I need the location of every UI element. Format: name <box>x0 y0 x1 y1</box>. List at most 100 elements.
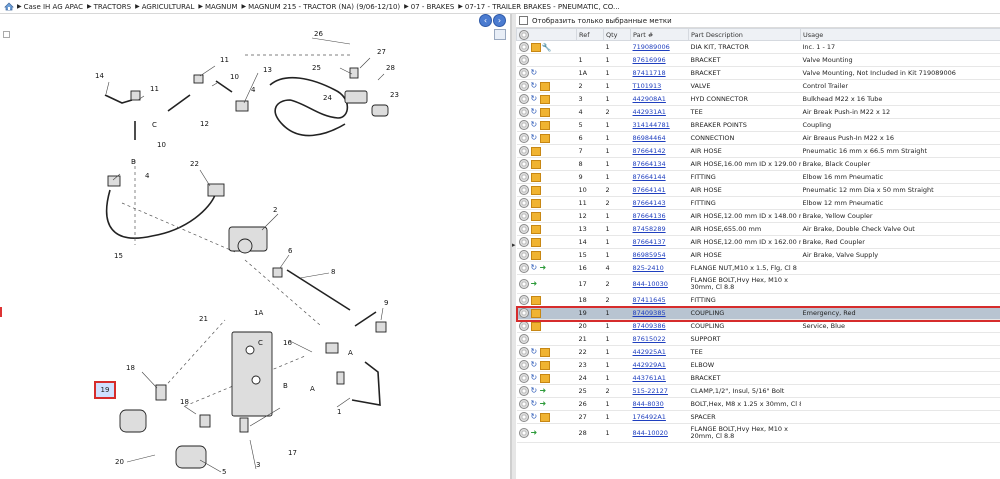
settings-icon[interactable] <box>518 159 529 169</box>
highlighted-callout-19[interactable]: 19 <box>94 381 116 399</box>
table-cell-part-number[interactable]: 87664136 <box>630 209 689 223</box>
callout-label[interactable]: 10 <box>157 141 166 149</box>
info-icon[interactable]: ↻ <box>531 387 539 395</box>
table-row[interactable]: 8 1 87664134 AIR HOSE,16.00 mm ID x 129.00 … <box>516 157 1000 171</box>
table-cell-part-number[interactable]: 442931A1 <box>630 105 689 119</box>
cart-box-icon[interactable] <box>539 133 550 143</box>
callout-label[interactable]: 8 <box>331 268 335 276</box>
callout-label[interactable]: 22 <box>190 160 199 168</box>
table-row[interactable]: ↻ 4 2 442931A1 TEE Air Break Push-in M22 x 12 <box>516 105 1000 119</box>
settings-icon[interactable] <box>518 42 529 52</box>
callout-label[interactable]: 20 <box>115 458 124 466</box>
table-row[interactable]: ➜ 28 1 844-10020 FLANGE BOLT,Hvy Hex, M10 x … <box>516 423 1000 443</box>
breadcrumb-item[interactable]: MAGNUM 215 - TRACTOR (NA) (9/06-12/10) <box>248 3 400 11</box>
info-icon[interactable]: ↻ <box>531 348 539 356</box>
settings-icon[interactable] <box>518 347 529 357</box>
callout-label[interactable]: 6 <box>288 247 293 255</box>
settings-icon[interactable] <box>518 308 529 318</box>
cart-box-icon[interactable] <box>539 347 550 357</box>
table-row-selected[interactable]: 19 1 87409385 COUPLING Emergency, Red <box>516 306 1000 320</box>
table-row[interactable]: 21 1 87615022 SUPPORT <box>516 332 1000 346</box>
settings-icon[interactable] <box>518 295 529 305</box>
callout-label[interactable]: 4 <box>145 172 150 180</box>
callout-label[interactable]: 2 <box>273 206 277 214</box>
table-row[interactable]: 10 2 87664141 AIR HOSE Pneumatic 12 mm Dia x… <box>516 183 1000 197</box>
settings-icon[interactable] <box>518 224 529 234</box>
cart-box-icon[interactable] <box>530 211 541 221</box>
callout-label[interactable]: 12 <box>200 120 209 128</box>
settings-icon[interactable] <box>518 133 529 143</box>
callout-label[interactable]: 24 <box>323 94 332 102</box>
cart-box-icon[interactable] <box>530 185 541 195</box>
cart-box-icon[interactable] <box>539 373 550 383</box>
table-row[interactable]: 7 1 87664142 AIR HOSE Pneumatic 16 mm x 66.5… <box>516 144 1000 158</box>
settings-icon[interactable] <box>518 237 529 247</box>
table-cell-part-number[interactable]: 176492A1 <box>630 410 689 424</box>
table-row[interactable]: ↻ 27 1 176492A1 SPACER <box>516 410 1000 424</box>
settings-icon[interactable] <box>518 386 529 396</box>
callout-label[interactable]: 5 <box>222 468 226 476</box>
cart-box-icon[interactable] <box>530 321 541 331</box>
settings-icon[interactable] <box>518 399 529 409</box>
breadcrumb-item[interactable]: Case IH AG APAC <box>24 3 83 11</box>
info-icon[interactable]: ↻ <box>531 400 539 408</box>
callout-label[interactable]: A <box>310 385 315 393</box>
collapse-arrow-icon[interactable]: ▸ <box>512 241 516 249</box>
settings-icon[interactable] <box>518 321 529 331</box>
table-row[interactable]: ↻ 23 1 442929A1 ELBOW <box>516 358 1000 372</box>
table-cell-part-number[interactable]: 314144781 <box>630 118 689 132</box>
cart-box-icon[interactable] <box>539 81 550 91</box>
callout-label[interactable]: 16 <box>283 339 292 347</box>
table-cell-part-number[interactable]: 515-22127 <box>630 384 689 398</box>
table-row[interactable]: 14 1 87664137 AIR HOSE,12.00 mm ID x 162.00… <box>516 235 1000 249</box>
table-row[interactable]: ↻ ➜ 16 4 825-2410 FLANGE NUT,M10 x 1.5, Flg, … <box>516 261 1000 275</box>
callout-label[interactable]: 25 <box>312 64 321 72</box>
callout-label[interactable]: 10 <box>230 73 239 81</box>
table-cell-part-number[interactable]: 443761A1 <box>630 371 689 385</box>
callout-label[interactable]: 11 <box>150 85 159 93</box>
callout-label[interactable]: A <box>348 349 353 357</box>
callout-label[interactable]: 17 <box>288 449 297 457</box>
settings-icon[interactable] <box>518 185 529 195</box>
arrow-icon[interactable]: ➜ <box>540 400 547 408</box>
table-cell-part-number[interactable]: 719089006 <box>630 40 689 54</box>
table-cell-part-number[interactable]: 844-8030 <box>630 397 689 411</box>
table-cell-part-number[interactable]: 87664142 <box>630 144 689 158</box>
table-cell-part-number[interactable]: 87664134 <box>630 157 689 171</box>
cart-box-icon[interactable] <box>539 412 550 422</box>
arrow-icon[interactable]: ➜ <box>540 264 547 272</box>
callout-label[interactable]: 3 <box>256 461 260 469</box>
table-cell-part-number[interactable]: 87616996 <box>630 53 689 67</box>
table-row[interactable]: 12 1 87664136 AIR HOSE,12.00 mm ID x 148.00… <box>516 209 1000 223</box>
table-row[interactable]: ↻ ➜ 26 1 844-8030 BOLT,Hex, M8 x 1.25 x 30mm,… <box>516 397 1000 411</box>
settings-icon[interactable] <box>518 334 529 344</box>
settings-icon[interactable] <box>518 412 529 422</box>
table-cell-part-number[interactable]: 442929A1 <box>630 358 689 372</box>
callout-label[interactable]: 4 <box>251 86 256 94</box>
table-row[interactable]: 15 1 86985954 AIR HOSE Air Brake, Valve Supp… <box>516 248 1000 262</box>
callout-label[interactable]: 27 <box>377 48 386 56</box>
table-cell-part-number[interactable]: 87409385 <box>630 306 689 320</box>
cart-box-icon[interactable] <box>530 146 541 156</box>
table-cell-part-number[interactable]: 86985954 <box>630 248 689 262</box>
table-cell-part-number[interactable]: T101913 <box>630 79 689 93</box>
info-icon[interactable]: ↻ <box>531 82 539 90</box>
callout-label[interactable]: 14 <box>95 72 104 80</box>
cart-box-icon[interactable] <box>530 237 541 247</box>
settings-icon[interactable] <box>518 81 529 91</box>
callout-label[interactable]: 21 <box>199 315 208 323</box>
table-cell-part-number[interactable]: 87411718 <box>630 66 689 80</box>
cart-box-icon[interactable] <box>530 295 541 305</box>
previous-page-button[interactable]: ‹ <box>479 14 492 27</box>
table-row[interactable]: 1 1 87616996 BRACKET Valve Mounting <box>516 53 1000 67</box>
cart-box-icon[interactable] <box>530 250 541 260</box>
table-cell-part-number[interactable]: 87411645 <box>630 293 689 307</box>
info-icon[interactable]: ↻ <box>531 134 539 142</box>
cart-box-icon[interactable] <box>539 107 550 117</box>
settings-icon[interactable] <box>518 146 529 156</box>
settings-icon[interactable] <box>518 373 529 383</box>
settings-icon[interactable] <box>518 107 529 117</box>
table-row[interactable]: ↻ 1A 1 87411718 BRACKET Valve Mounting, Not I… <box>516 66 1000 80</box>
info-icon[interactable]: ↻ <box>531 69 539 77</box>
callout-label[interactable]: 1A <box>254 309 263 317</box>
